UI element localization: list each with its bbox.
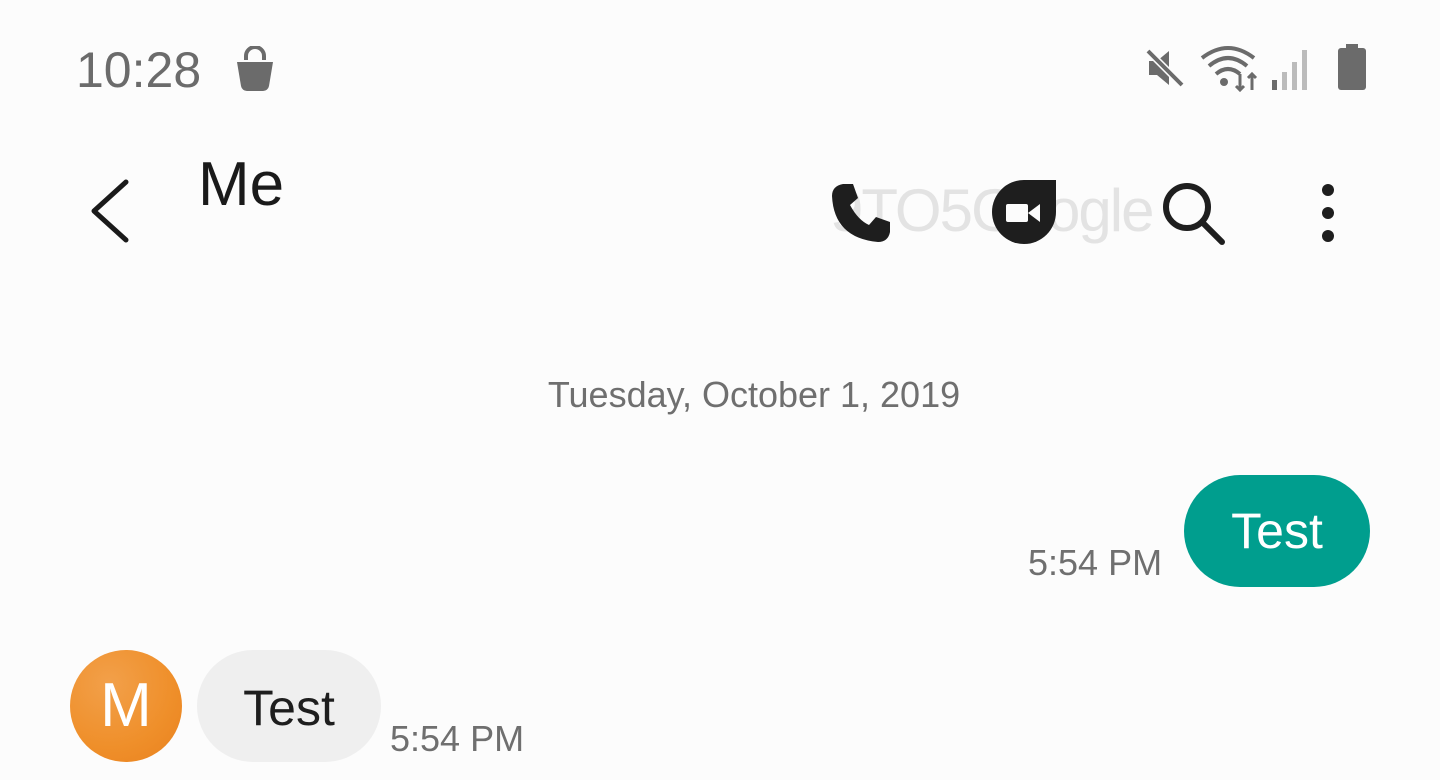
call-icon[interactable]: [828, 180, 894, 246]
wifi-icon: [1200, 46, 1258, 92]
video-call-icon[interactable]: [990, 178, 1058, 246]
shopping-bag-icon: [237, 46, 273, 92]
conversation-title: Me: [198, 150, 285, 219]
messages-screen: 10:28 Me 9TO5Google Tuesday, October 1, …: [0, 0, 1440, 780]
mute-icon: [1145, 48, 1185, 88]
signal-icon: [1272, 50, 1307, 90]
battery-icon: [1338, 44, 1366, 90]
back-icon[interactable]: [84, 178, 140, 244]
contact-avatar[interactable]: M: [70, 650, 182, 762]
received-message-bubble[interactable]: Test: [197, 650, 381, 762]
search-icon[interactable]: [1160, 180, 1226, 246]
date-divider: Tuesday, October 1, 2019: [547, 374, 961, 415]
sent-message-bubble[interactable]: Test: [1184, 475, 1370, 587]
status-time: 10:28: [76, 42, 202, 98]
received-message-time: 5:54 PM: [390, 718, 525, 759]
sent-message-time: 5:54 PM: [1028, 542, 1163, 583]
more-options-icon[interactable]: [1312, 182, 1344, 244]
